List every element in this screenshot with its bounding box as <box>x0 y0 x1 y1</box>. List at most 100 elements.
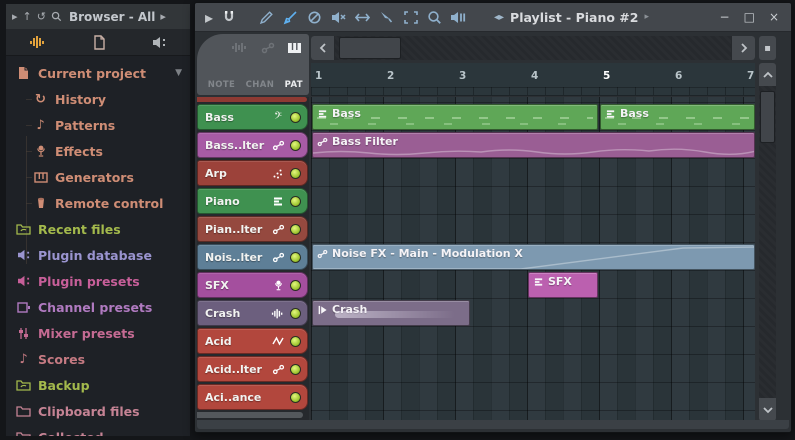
clip-bass-2[interactable]: Bass <box>600 104 755 130</box>
delete-tool-icon[interactable] <box>305 8 324 27</box>
mute-tool-icon[interactable] <box>329 8 348 27</box>
browser-item-mixer-presets[interactable]: Mixer presets <box>6 320 190 346</box>
vertical-scrollbar[interactable] <box>759 63 776 421</box>
browser-panel: ▸ ↑ ↺ Browser - All ▸ Current pr <box>6 4 190 436</box>
magnet-snap-icon[interactable] <box>219 8 238 27</box>
horizontal-scrollbar[interactable] <box>311 36 755 60</box>
partial-track-below[interactable] <box>197 412 303 418</box>
slice-tool-icon[interactable] <box>377 8 396 27</box>
slip-tool-icon[interactable] <box>353 8 372 27</box>
clip-source-mode-labels[interactable]: NOTE CHAN PAT <box>201 80 303 90</box>
timeline-ruler[interactable]: 1 2 3 4 5 6 7 <box>311 63 755 96</box>
paint-tool-icon[interactable] <box>281 8 300 27</box>
browser-item-effects[interactable]: Effects <box>6 138 190 164</box>
track-mute-led[interactable] <box>290 196 301 207</box>
track-header-acid-filter[interactable]: Acid..lter <box>197 356 308 382</box>
select-tool-icon[interactable] <box>401 8 420 27</box>
scroll-left-button[interactable] <box>311 36 334 60</box>
track-mute-led[interactable] <box>290 168 301 179</box>
pattern-clip-icon <box>533 276 544 287</box>
bar-number: 3 <box>459 70 466 82</box>
track-mute-led[interactable] <box>290 252 301 263</box>
track-mute-led[interactable] <box>290 336 301 347</box>
playback-marker-icon[interactable] <box>449 8 468 27</box>
track-name: Bass..lter <box>198 139 270 152</box>
track-header-noise-filter[interactable]: Nois..lter <box>197 244 308 270</box>
track-mute-led[interactable] <box>290 308 301 319</box>
browser-item-backup[interactable]: Backup <box>6 372 190 398</box>
browser-title[interactable]: Browser - All <box>69 10 155 24</box>
browser-item-clipboard-files[interactable]: Clipboard files <box>6 398 190 424</box>
browser-item-recent-files[interactable]: Recent files <box>6 216 190 242</box>
browser-item-history[interactable]: ↻ History <box>6 86 190 112</box>
scroll-up-button[interactable] <box>759 63 776 86</box>
browser-back-icon[interactable]: ▸ <box>12 10 18 23</box>
playlist-titlebar[interactable]: ▸ ◂▸ Playlist - Piano #2 ▸ − □ × <box>195 3 791 32</box>
track-header-acid[interactable]: Acid <box>197 328 308 354</box>
browser-item-scores[interactable]: ♪ Scores <box>6 346 190 372</box>
playlist-title-menu[interactable]: ◂▸ Playlist - Piano #2 ▸ <box>494 10 649 25</box>
note-icon: ♪ <box>33 118 48 133</box>
mode-pat-label[interactable]: PAT <box>285 80 303 90</box>
scroll-down-button[interactable] <box>759 398 776 421</box>
audio-mode-icon[interactable] <box>231 41 249 54</box>
draw-tool-icon[interactable] <box>257 8 276 27</box>
track-header-acid-ance[interactable]: Aci..ance <box>197 384 308 410</box>
track-header-bass[interactable]: Bass 𝄢 <box>197 104 308 130</box>
note-icon: ♪ <box>16 352 31 367</box>
h-scroll-thumb[interactable] <box>339 37 401 59</box>
close-button[interactable]: × <box>769 11 779 23</box>
clip-bass-1[interactable]: Bass <box>312 104 598 130</box>
track-mute-led[interactable] <box>290 392 301 403</box>
menu-arrow-icon[interactable]: ▸ <box>204 8 214 27</box>
chevron-down-icon[interactable]: ▼ <box>175 68 182 78</box>
track-mute-led[interactable] <box>290 112 301 123</box>
browser-search-icon[interactable] <box>51 11 62 22</box>
browser-item-remote-control[interactable]: Remote control <box>6 190 190 216</box>
browser-item-patterns[interactable]: ♪ Patterns <box>6 112 190 138</box>
browser-item-collected[interactable]: Collected <box>6 424 190 436</box>
v-scroll-thumb[interactable] <box>760 91 775 143</box>
pattern-mode-icon[interactable] <box>287 42 302 54</box>
browser-undo-icon[interactable]: ↺ <box>37 10 46 23</box>
track-header-bass-filter[interactable]: Bass..lter <box>197 132 308 158</box>
clip-bass-filter[interactable]: Bass Filter <box>312 132 755 158</box>
mode-chan-label[interactable]: CHAN <box>246 80 275 90</box>
browser-item-current-project[interactable]: Current project ▼ <box>6 60 190 86</box>
tab-plugins-icon[interactable] <box>152 36 167 49</box>
scroll-right-button[interactable] <box>732 36 755 60</box>
minimize-button[interactable]: − <box>720 11 730 23</box>
browser-item-plugin-database[interactable]: Plugin database <box>6 242 190 268</box>
track-header-arp[interactable]: Arp <box>197 160 308 186</box>
maximize-button[interactable]: □ <box>744 11 755 23</box>
clip-noise-fx[interactable]: Noise FX - Main - Modulation X <box>312 244 755 270</box>
browser-up-icon[interactable]: ↑ <box>23 10 32 23</box>
browser-item-generators[interactable]: Generators <box>6 164 190 190</box>
track-mute-led[interactable] <box>290 364 301 375</box>
track-header-piano-filter[interactable]: Pian..lter <box>197 216 308 242</box>
playlist-grid[interactable]: Bass Bass Bass Filter Noise FX - Main - … <box>311 97 755 421</box>
track-header-sfx[interactable]: SFX <box>197 272 308 298</box>
track-name: Arp <box>198 167 270 180</box>
track-header-crash[interactable]: Crash <box>197 300 308 326</box>
browser-item-channel-presets[interactable]: Channel presets <box>6 294 190 320</box>
tab-files-icon[interactable] <box>93 35 106 50</box>
track-header-piano[interactable]: Piano <box>197 188 308 214</box>
partial-track-above[interactable] <box>197 97 307 102</box>
mode-note-label[interactable]: NOTE <box>208 80 236 90</box>
browser-item-label: Backup <box>38 378 90 393</box>
browser-header: ▸ ↑ ↺ Browser - All ▸ <box>6 4 190 29</box>
clip-sfx[interactable]: SFX <box>528 272 598 298</box>
browser-forward-icon[interactable]: ▸ <box>160 10 166 23</box>
dots-icon <box>270 168 286 179</box>
zoom-tool-icon[interactable] <box>425 8 444 27</box>
browser-item-plugin-presets[interactable]: Plugin presets <box>6 268 190 294</box>
automation-mode-icon[interactable] <box>261 42 275 54</box>
track-mute-led[interactable] <box>290 280 301 291</box>
clip-crash[interactable]: Crash <box>312 300 470 326</box>
tab-audio-waveform-icon[interactable] <box>29 35 47 49</box>
track-mute-led[interactable] <box>290 224 301 235</box>
track-mute-led[interactable] <box>290 140 301 151</box>
scrollbar-options-button[interactable]: ▪ <box>759 36 776 60</box>
piano-icon <box>33 170 48 185</box>
